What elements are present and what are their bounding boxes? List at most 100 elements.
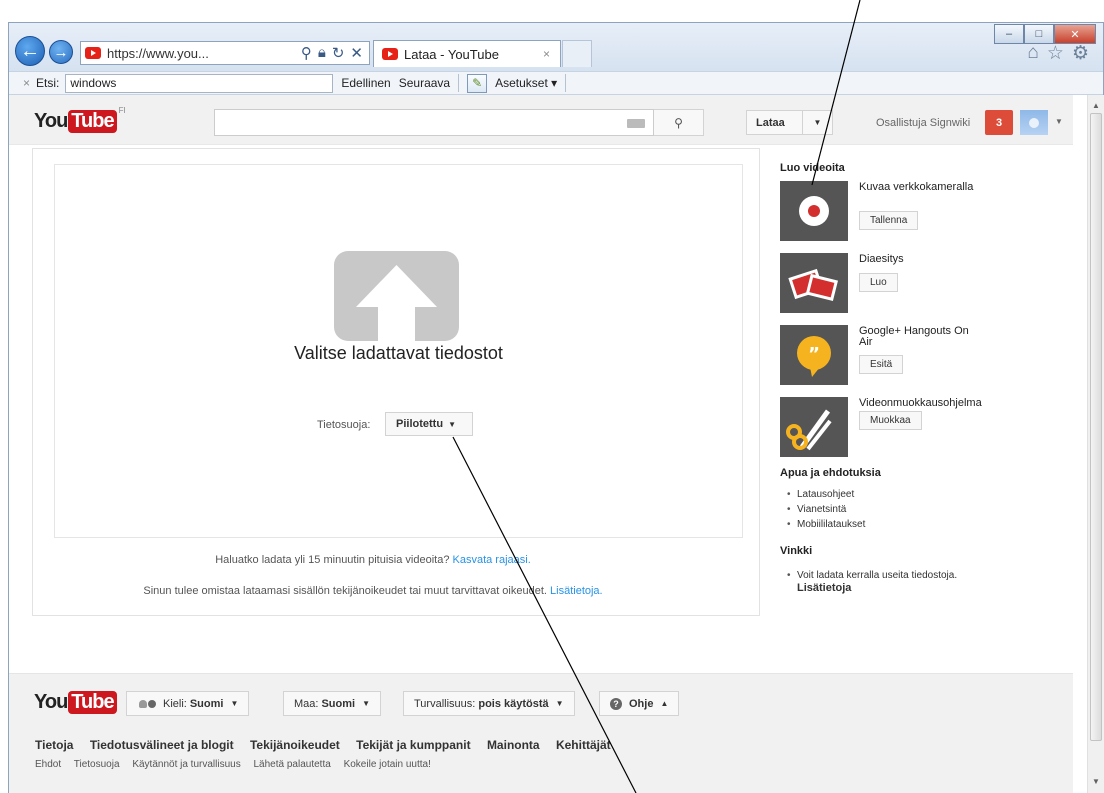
youtube-page: You Tube FI ⚲ Lataa ▼ Osallistuja Signwiki… bbox=[9, 95, 1090, 793]
scroll-down-icon[interactable]: ▼ bbox=[1088, 773, 1104, 789]
footer-link[interactable]: Tekijänoikeudet bbox=[250, 738, 340, 752]
find-input[interactable]: windows bbox=[65, 73, 334, 93]
create-item-editor: Videonmuokkausohjelma Muokkaa bbox=[779, 397, 1059, 457]
create-item-slideshow: Diaesitys Luo bbox=[779, 253, 1059, 313]
scissors-icon[interactable] bbox=[780, 397, 848, 457]
search-button[interactable]: ⚲ bbox=[654, 109, 704, 136]
minimize-button[interactable]: – bbox=[994, 24, 1024, 44]
new-tab-button[interactable] bbox=[562, 40, 592, 67]
help-link[interactable]: Latausohjeet bbox=[779, 487, 865, 502]
find-previous-button[interactable]: Edellinen bbox=[341, 76, 390, 90]
find-next-button[interactable]: Seuraava bbox=[399, 76, 450, 90]
help-link[interactable]: Vianetsintä bbox=[779, 502, 865, 517]
chevron-down-icon: ▼ bbox=[555, 699, 564, 708]
upload-drop-zone[interactable]: Valitse ladattavat tiedostot Tietosuoja:… bbox=[54, 164, 743, 538]
tip-more-info-link[interactable]: Lisätietoja bbox=[797, 582, 851, 594]
svg-text:”: ” bbox=[808, 344, 820, 365]
find-bar: × Etsi: windows Edellinen Seuraava ✎ Ase… bbox=[9, 71, 1103, 95]
footer-link[interactable]: Kehittäjät bbox=[556, 738, 611, 752]
notification-badge[interactable]: 3 bbox=[985, 110, 1013, 135]
forward-button[interactable]: → bbox=[49, 40, 73, 64]
photos-icon[interactable] bbox=[780, 253, 848, 313]
create-slideshow-button[interactable]: Luo bbox=[859, 273, 898, 292]
footer-links-sub: Ehdot Tietosuoja Käytännöt ja turvallisu… bbox=[35, 759, 441, 770]
tab-upload[interactable]: Lataa - YouTube × bbox=[373, 40, 561, 67]
browser-titlebar: ← → https://www.you... ⚲ 🔒︎ ↻ ✕ Lataa - … bbox=[9, 23, 1103, 71]
maximize-button[interactable]: □ bbox=[1024, 24, 1054, 44]
star-icon[interactable]: ☆ bbox=[1047, 42, 1064, 65]
stop-icon[interactable]: ✕ bbox=[350, 44, 363, 62]
keyboard-icon[interactable] bbox=[627, 119, 645, 128]
more-info-link[interactable]: Lisätietoja. bbox=[550, 585, 603, 597]
footer-link[interactable]: Lähetä palautetta bbox=[254, 759, 331, 770]
close-button[interactable]: ✕ bbox=[1054, 24, 1096, 44]
tab-close-icon[interactable]: × bbox=[543, 47, 550, 61]
create-item-title: Diaesitys bbox=[859, 253, 904, 265]
create-item-webcam: Kuvaa verkkokameralla Tallenna bbox=[779, 181, 1059, 241]
user-icon bbox=[1029, 117, 1039, 128]
upload-menu-button[interactable]: ▼ bbox=[802, 110, 833, 135]
avatar[interactable] bbox=[1020, 110, 1048, 135]
user-name[interactable]: Osallistuja Signwiki bbox=[876, 117, 970, 129]
footer-link[interactable]: Tekijät ja kumppanit bbox=[356, 738, 470, 752]
tips-list: Voit ladata kerralla useita tiedostoja. bbox=[779, 568, 957, 583]
back-button[interactable]: ← bbox=[15, 36, 45, 66]
search-icon[interactable]: ⚲ bbox=[301, 44, 312, 62]
chevron-down-icon[interactable]: ▼ bbox=[1055, 117, 1063, 126]
help-button[interactable]: ? Ohje ▲ bbox=[599, 691, 680, 716]
safety-select[interactable]: Turvallisuus: pois käytöstä ▼ bbox=[403, 691, 575, 716]
youtube-favicon-icon bbox=[85, 47, 101, 59]
window-controls: – □ ✕ bbox=[994, 24, 1096, 44]
upload-button[interactable]: Lataa bbox=[746, 110, 809, 135]
chevron-down-icon: ▼ bbox=[813, 118, 822, 127]
scroll-up-icon[interactable]: ▲ bbox=[1088, 97, 1104, 113]
privacy-select[interactable]: Piilotettu ▼ bbox=[385, 412, 473, 436]
vertical-scrollbar[interactable]: ▲ ▼ bbox=[1087, 95, 1104, 793]
tab-title: Lataa - YouTube bbox=[404, 46, 499, 62]
increase-limit-link[interactable]: Kasvata rajaasi. bbox=[453, 554, 531, 566]
home-icon[interactable]: ⌂ bbox=[1027, 42, 1038, 65]
footer-link[interactable]: Mainonta bbox=[487, 738, 540, 752]
search-input[interactable] bbox=[214, 109, 654, 136]
select-files-title[interactable]: Valitse ladattavat tiedostot bbox=[55, 343, 742, 364]
help-links: Latausohjeet Vianetsintä Mobiililataukse… bbox=[779, 487, 865, 532]
address-bar[interactable]: https://www.you... ⚲ 🔒︎ ↻ ✕ bbox=[80, 41, 370, 65]
create-videos-heading: Luo videoita bbox=[780, 162, 845, 174]
gear-icon[interactable]: ⚙ bbox=[1072, 42, 1089, 65]
help-link[interactable]: Mobiililataukset bbox=[779, 517, 865, 532]
divider bbox=[565, 74, 567, 92]
footer-link[interactable]: Ehdot bbox=[35, 759, 61, 770]
chevron-down-icon: ▼ bbox=[362, 699, 371, 708]
help-heading: Apua ja ehdotuksia bbox=[780, 467, 881, 479]
country-select[interactable]: Maa: Suomi ▼ bbox=[283, 691, 382, 716]
help-icon: ? bbox=[610, 697, 622, 710]
refresh-icon[interactable]: ↻ bbox=[332, 44, 345, 62]
edit-button[interactable]: Muokkaa bbox=[859, 411, 922, 430]
footer-youtube-logo[interactable]: You Tube bbox=[34, 691, 117, 714]
address-icons: ⚲ 🔒︎ ↻ ✕ bbox=[301, 44, 369, 62]
find-settings-button[interactable]: Asetukset ▾ bbox=[495, 76, 557, 90]
footer-link[interactable]: Käytännöt ja turvallisuus bbox=[132, 759, 240, 770]
youtube-logo[interactable]: You Tube FI bbox=[34, 106, 126, 133]
footer-link[interactable]: Tietoja bbox=[35, 738, 73, 752]
screen: ← → https://www.you... ⚲ 🔒︎ ↻ ✕ Lataa - … bbox=[0, 0, 1104, 793]
find-close-icon[interactable]: × bbox=[23, 76, 30, 90]
lock-icon[interactable]: 🔒︎ bbox=[318, 44, 326, 62]
scroll-thumb[interactable] bbox=[1090, 113, 1102, 741]
record-button[interactable]: Tallenna bbox=[859, 211, 919, 230]
footer: You Tube Kieli: Suomi ▼ Maa: Suomi ▼ Turvalli… bbox=[9, 673, 1073, 793]
footer-link[interactable]: Tietosuoja bbox=[74, 759, 120, 770]
footer-link[interactable]: Tiedotusvälineet ja blogit bbox=[90, 738, 234, 752]
upload-arrow-icon[interactable] bbox=[334, 251, 459, 341]
broadcast-button[interactable]: Esitä bbox=[859, 355, 904, 374]
hangouts-icon[interactable]: ” bbox=[780, 325, 848, 385]
highlight-pencil-icon[interactable]: ✎ bbox=[467, 73, 488, 93]
copyright-notice: Sinun tulee omistaa lataamasi sisällön t… bbox=[143, 585, 603, 597]
address-text: https://www.you... bbox=[107, 45, 209, 61]
find-actions: Edellinen Seuraava ✎ Asetukset ▾ bbox=[341, 73, 567, 93]
tips-heading: Vinkki bbox=[780, 545, 813, 557]
language-select[interactable]: Kieli: Suomi ▼ bbox=[126, 691, 250, 716]
footer-link[interactable]: Kokeile jotain uutta! bbox=[344, 759, 431, 770]
find-label: Etsi: bbox=[36, 76, 60, 90]
record-icon[interactable] bbox=[780, 181, 848, 241]
